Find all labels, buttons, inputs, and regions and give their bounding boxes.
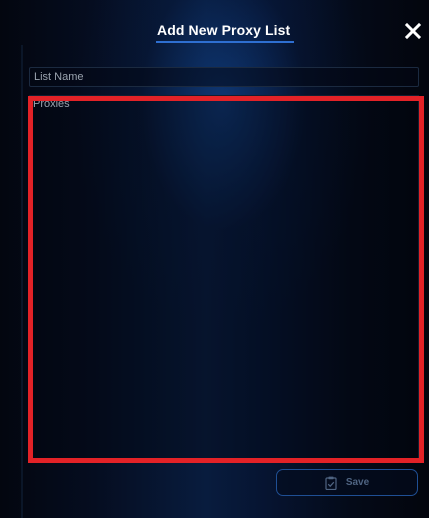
save-button[interactable]: Save [276,469,418,496]
clipboard-check-icon [325,476,337,490]
close-button[interactable] [402,20,424,42]
proxies-textarea[interactable] [29,95,419,461]
list-name-input[interactable] [29,67,419,87]
close-icon [404,22,422,40]
title-underline [156,41,294,43]
dialog-title: Add New Proxy List [157,22,291,38]
add-proxy-list-dialog: Add New Proxy List Save [0,0,429,518]
save-label: Save [345,477,370,488]
dialog-frame-edge [21,45,23,518]
